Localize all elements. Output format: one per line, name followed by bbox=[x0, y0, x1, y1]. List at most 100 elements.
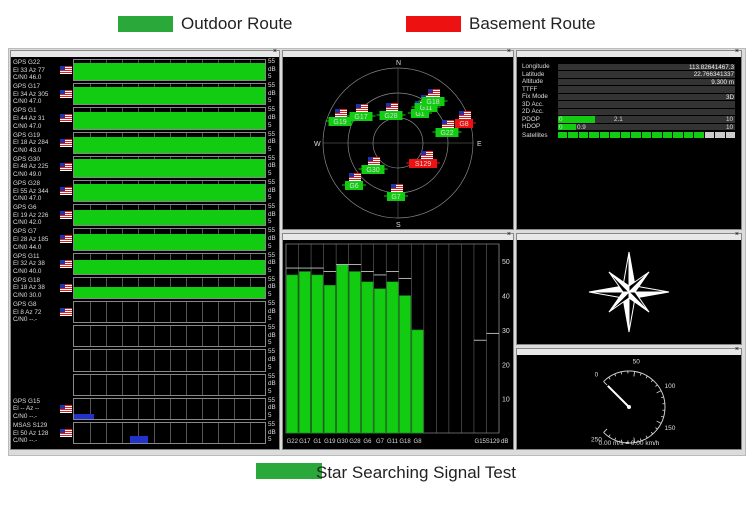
us-flag-icon bbox=[60, 90, 72, 99]
close-icon[interactable]: × bbox=[735, 346, 739, 354]
satellite-id: G18 bbox=[426, 99, 439, 106]
grid-line bbox=[218, 350, 219, 371]
satellite-row[interactable]: GPS G7 El 28 Az 185 C/N0 44.0 55 dB 5 bbox=[11, 227, 279, 251]
satellite-row[interactable]: GPS G11 El 32 Az 38 C/N0 40.0 55 dB 5 bbox=[11, 252, 279, 276]
satellite-info-line: El 44 Az 31 bbox=[13, 114, 45, 122]
close-icon[interactable]: × bbox=[735, 48, 739, 56]
flag-holder bbox=[59, 355, 73, 365]
position-row: 3D Acc. bbox=[522, 101, 735, 109]
satellite-row[interactable]: 55 dB 5 bbox=[11, 324, 279, 348]
satellite-info-line: GPS G1 bbox=[13, 107, 37, 115]
satellite-marker[interactable]: G17 bbox=[346, 104, 376, 121]
satellite-marker[interactable]: G28 bbox=[376, 103, 406, 120]
satellite-count-bar bbox=[620, 131, 631, 138]
satellite-rows: GPS G22 El 33 Az 77 C/N0 46.0 55 dB 5 GPS G17 E… bbox=[11, 58, 279, 449]
satellite-info-line: El -- Az -- bbox=[13, 405, 40, 413]
us-flag-icon bbox=[386, 103, 398, 111]
position-label: 3D Acc. bbox=[522, 100, 544, 108]
gauge-tick bbox=[656, 390, 662, 394]
scale-label: 55 bbox=[268, 251, 276, 259]
grid-line bbox=[138, 350, 139, 371]
gauge-tick bbox=[645, 375, 648, 379]
satellite-info-line: El 28 Az 185 bbox=[13, 235, 49, 243]
signal-fill bbox=[74, 63, 265, 81]
satellite-marker[interactable]: G7 bbox=[384, 184, 408, 201]
satellite-count-bar bbox=[558, 131, 568, 138]
scale-label: 5 bbox=[268, 145, 272, 153]
gauge-tick bbox=[650, 431, 654, 435]
gauge-tick bbox=[655, 427, 658, 430]
grid-line bbox=[202, 326, 203, 347]
grid-line bbox=[90, 326, 91, 347]
signal-fill bbox=[74, 87, 265, 105]
basement-label: Basement Route bbox=[469, 14, 596, 33]
satellite-row[interactable]: GPS G19 El 18 Az 284 C/N0 43.0 55 dB 5 bbox=[11, 131, 279, 155]
close-icon[interactable]: × bbox=[735, 231, 739, 239]
grid-line bbox=[250, 350, 251, 371]
satellite-row[interactable]: GPS G28 El 55 Az 344 C/N0 47.0 55 dB 5 bbox=[11, 179, 279, 203]
satellite-marker[interactable]: G8 bbox=[452, 111, 476, 128]
satellite-marker[interactable]: G30 bbox=[358, 157, 388, 174]
satellite-count-bars bbox=[558, 131, 735, 138]
satellite-row[interactable]: GPS G6 El 19 Az 226 C/N0 42.0 55 dB 5 bbox=[11, 203, 279, 227]
satellite-row[interactable]: GPS G17 El 34 Az 305 C/N0 47.0 55 dB 5 bbox=[11, 82, 279, 106]
x-tick-label: G17 bbox=[299, 439, 311, 445]
satellite-row[interactable]: GPS G1 El 44 Az 31 C/N0 47.0 55 dB 5 bbox=[11, 106, 279, 130]
signal-graph bbox=[73, 83, 266, 106]
gauge-tick bbox=[603, 381, 608, 386]
flag-holder bbox=[60, 235, 72, 244]
x-tick-label: G11 bbox=[387, 439, 399, 445]
position-label: HDOP bbox=[522, 123, 541, 130]
close-icon[interactable]: × bbox=[273, 48, 277, 56]
flag-holder bbox=[60, 404, 72, 413]
scale-label: 5 bbox=[268, 290, 272, 298]
satellite-count-bar bbox=[610, 131, 620, 138]
grid-line bbox=[106, 423, 107, 444]
satellite-marker[interactable]: S129 bbox=[406, 151, 440, 168]
satellite-info-line: El 32 Az 38 bbox=[13, 260, 45, 268]
grid-line bbox=[138, 302, 139, 323]
satellite-row[interactable]: GPS G15 El -- Az -- C/N0 --.- 55 dB 5 bbox=[11, 397, 279, 421]
flag-holder bbox=[60, 211, 72, 220]
position-row: HDOP 0 0.9 10 bbox=[522, 123, 735, 131]
satellite-row[interactable]: MSAS S129 El 50 Az 128 C/N0 --.- 55 dB 5 bbox=[11, 421, 279, 445]
flag-holder bbox=[59, 331, 73, 341]
satellite-marker[interactable]: G18 bbox=[418, 89, 448, 106]
satellite-info-line: El 18 Az 284 bbox=[13, 139, 49, 147]
gauge-tick bbox=[639, 372, 642, 376]
satellite-row[interactable]: 55 dB 5 bbox=[11, 348, 279, 372]
satellite-info-line: GPS G30 bbox=[13, 155, 40, 163]
signal-graph bbox=[73, 59, 266, 82]
us-flag-icon bbox=[60, 114, 72, 123]
gauge-tick bbox=[645, 435, 648, 439]
signal-graph bbox=[73, 349, 266, 372]
satellite-row[interactable]: GPS G22 El 33 Az 77 C/N0 46.0 55 dB 5 bbox=[11, 58, 279, 82]
satellite-info-line: C/N0 42.0 bbox=[13, 219, 42, 227]
signal-graph bbox=[73, 397, 266, 420]
close-icon[interactable]: × bbox=[507, 231, 511, 239]
satellite-info-line: GPS G17 bbox=[13, 83, 40, 91]
flag-holder bbox=[60, 429, 72, 437]
satellite-count-bar bbox=[673, 131, 683, 138]
scale-label: 5 bbox=[268, 266, 272, 274]
satellite-info-line: C/N0 --.- bbox=[13, 437, 38, 445]
scale-label: 5 bbox=[268, 97, 272, 105]
value-field: 0 2.1 10 bbox=[558, 116, 735, 123]
satellite-row[interactable]: GPS G18 El 18 Az 38 C/N0 30.0 55 dB 5 bbox=[11, 276, 279, 300]
signal-fill bbox=[130, 436, 148, 444]
signal-graph bbox=[73, 228, 266, 251]
us-flag-icon bbox=[60, 283, 72, 292]
us-flag-icon bbox=[335, 109, 347, 117]
snr-bar bbox=[361, 281, 374, 434]
value-field bbox=[558, 101, 735, 108]
satellite-info-line: C/N0 47.0 bbox=[13, 122, 42, 130]
satellite-row[interactable]: GPS G30 El 48 Az 225 C/N0 49.0 55 dB 5 bbox=[11, 155, 279, 179]
scale-label: 55 bbox=[268, 372, 276, 380]
satellite-row[interactable]: GPS G8 El 8 Az 72 C/N0 --.- 55 dB 5 bbox=[11, 300, 279, 324]
satellite-row[interactable]: 55 dB 5 bbox=[11, 373, 279, 397]
close-icon[interactable]: × bbox=[507, 48, 511, 56]
gauge-hub bbox=[627, 405, 631, 409]
grid-line bbox=[218, 326, 219, 347]
satellite-marker[interactable]: G6 bbox=[342, 173, 366, 190]
scale-label: 55 bbox=[268, 130, 276, 138]
